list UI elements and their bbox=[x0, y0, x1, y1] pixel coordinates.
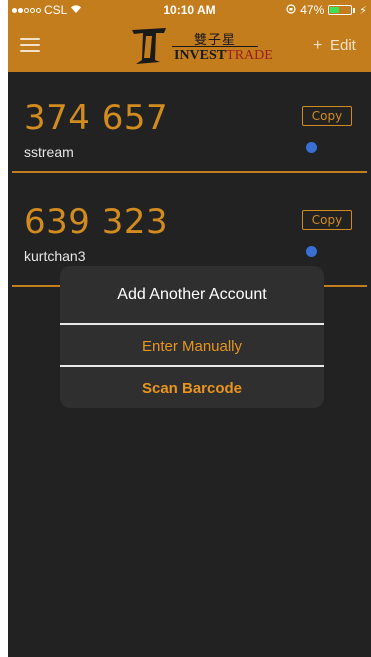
action-sheet-title: Add Another Account bbox=[117, 286, 267, 303]
logo-emblem-icon bbox=[132, 28, 166, 64]
nav-bar: 雙子星 INVESTTRADE + Edit bbox=[8, 20, 371, 72]
logo-wordmark: INVESTTRADE bbox=[174, 48, 273, 64]
otp-code: 639 323 bbox=[24, 202, 169, 242]
app-logo: 雙子星 INVESTTRADE bbox=[126, 24, 273, 68]
scan-barcode-button[interactable]: Scan Barcode bbox=[60, 368, 324, 408]
battery-fill bbox=[330, 7, 340, 13]
add-icon[interactable]: + bbox=[313, 38, 322, 54]
hamburger-menu-icon[interactable] bbox=[20, 38, 40, 52]
battery-percent: 47% bbox=[300, 3, 325, 17]
action-sheet-separator bbox=[60, 323, 324, 325]
countdown-timer-icon bbox=[306, 246, 317, 257]
battery-icon bbox=[328, 5, 353, 15]
countdown-timer-icon bbox=[306, 142, 317, 153]
copy-button[interactable]: Copy bbox=[302, 106, 352, 126]
logo-invest-text: INVEST bbox=[174, 48, 227, 63]
copy-button[interactable]: Copy bbox=[302, 210, 352, 230]
status-bar: CSL 10:10 AM 47% ⚡ bbox=[8, 0, 371, 20]
account-name: sstream bbox=[24, 144, 74, 160]
app-screen: CSL 10:10 AM 47% ⚡ 雙子星 INVESTTRADE + Edi… bbox=[8, 0, 371, 657]
charging-icon: ⚡ bbox=[359, 4, 367, 17]
add-account-action-sheet: Add Another Account Enter Manually Scan … bbox=[60, 266, 324, 408]
account-divider bbox=[12, 171, 367, 173]
logo-trade-text: TRADE bbox=[226, 48, 273, 63]
action-sheet-separator bbox=[60, 365, 324, 367]
enter-manually-button[interactable]: Enter Manually bbox=[60, 326, 324, 366]
status-right: 47% ⚡ bbox=[286, 3, 367, 17]
account-row[interactable]: 374 657 sstream Copy bbox=[8, 98, 371, 198]
account-name: kurtchan3 bbox=[24, 248, 86, 264]
battery-tip bbox=[353, 7, 356, 13]
rotation-lock-icon bbox=[286, 3, 296, 17]
otp-code: 374 657 bbox=[24, 98, 169, 138]
logo-underline bbox=[172, 46, 258, 47]
edit-button[interactable]: Edit bbox=[330, 38, 356, 54]
